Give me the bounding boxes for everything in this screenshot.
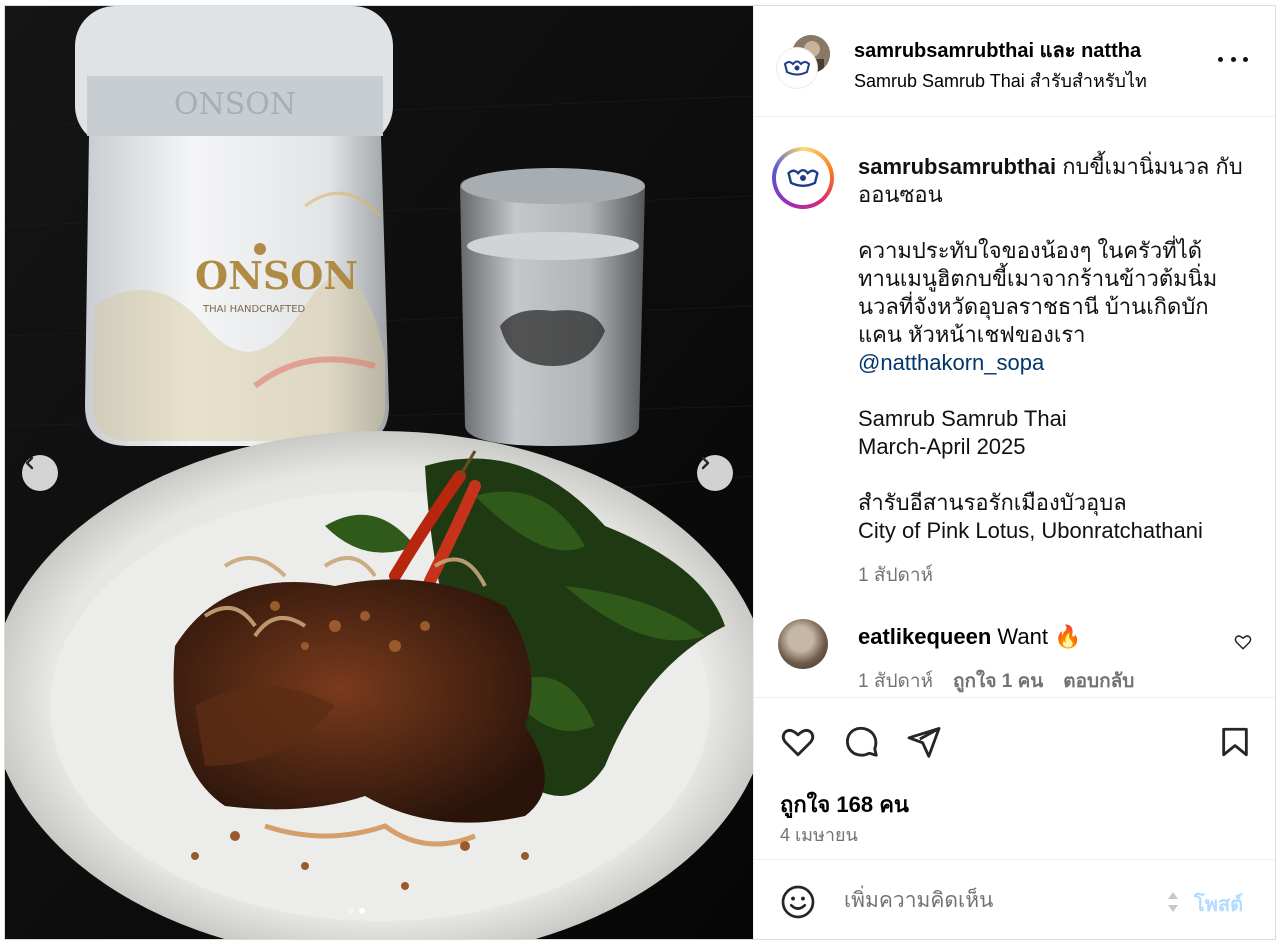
comment-avatar[interactable] — [778, 619, 828, 669]
more-dot-icon — [1243, 56, 1248, 62]
carousel-dot — [348, 908, 354, 914]
comment-composer: โพสต์ — [754, 859, 1275, 939]
caption-event-name: Samrub Samrub Thai — [858, 406, 1067, 431]
caption-para-line: ทานเมนูฮิตกบขี้เมาจากร้านข้าวต้มนิ่ม — [858, 266, 1218, 291]
caption-para-line: แคน หัวหน้าเชฟของเรา — [858, 322, 1086, 347]
chevron-left-icon — [25, 456, 34, 470]
chevron-right-icon — [701, 456, 710, 470]
bookmark-icon — [1222, 727, 1248, 757]
heart-icon — [781, 728, 815, 757]
send-icon — [907, 727, 941, 758]
updown-arrows-icon — [1168, 892, 1178, 912]
comment-text: Want — [997, 624, 1048, 649]
comment-timestamp[interactable]: 1 สัปดาห์ — [858, 666, 933, 696]
comment-bubble-icon — [845, 726, 878, 757]
bottle-embossed-text: ONSON — [174, 87, 296, 122]
bottle-brand: ONSON — [195, 253, 358, 298]
header-location[interactable]: Samrub Samrub Thai สำรับสำหรับไท — [854, 66, 1147, 95]
likes-count[interactable]: ถูกใจ 168 คน — [780, 787, 909, 822]
post-header: samrubsamrubthai และ nattha Samrub Samru… — [754, 6, 1275, 117]
comment-likes-link[interactable]: ถูกใจ 1 คน — [953, 666, 1043, 696]
caption-avatar-inner — [776, 151, 830, 205]
comment-reply-button[interactable]: ตอบกลับ — [1063, 666, 1134, 696]
caption-para-line: นวลที่จังหวัดอุบลราชธานี บ้านเกิดบัก — [858, 294, 1209, 319]
more-dot-icon — [1218, 56, 1223, 62]
post-photo: ONSON ONSON THAI HANDCRAFTED — [5, 6, 753, 939]
post-date[interactable]: 4 เมษายน — [780, 820, 858, 849]
comment-button[interactable] — [844, 724, 880, 764]
comment-body: eatlikequeen Want 🔥 — [858, 624, 1081, 650]
post-media: ONSON ONSON THAI HANDCRAFTED — [5, 6, 753, 939]
header-usernames: samrubsamrubthai และ nattha — [854, 34, 1141, 66]
caption-theme-thai: สำรับอีสานรอรักเมืองบัวอุบล — [858, 490, 1127, 515]
carousel-next-button[interactable] — [697, 455, 733, 491]
comments-scroll-area[interactable]: samrubsamrubthai กบขี้เมานิ่มนวล กับ ออน… — [754, 117, 1275, 697]
caption-event-dates: March-April 2025 — [858, 434, 1026, 459]
carousel-indicator — [348, 908, 365, 914]
caption-timestamp[interactable]: 1 สัปดาห์ — [858, 560, 933, 590]
caption-title-line1: กบขี้เมานิ่มนวล กับ — [1062, 154, 1243, 179]
post-comment-button[interactable]: โพสต์ — [1194, 888, 1243, 920]
post-dialog: ONSON ONSON THAI HANDCRAFTED samrubsamru… — [4, 5, 1276, 940]
carousel-prev-button[interactable] — [22, 455, 58, 491]
header-username[interactable]: samrubsamrubthai — [854, 40, 1034, 62]
fire-emoji-icon: 🔥 — [1054, 624, 1082, 649]
carousel-dot-active — [359, 908, 365, 914]
comment-username[interactable]: eatlikequeen — [858, 624, 991, 649]
caption-mention-link[interactable]: @natthakorn_sopa — [858, 349, 1258, 377]
samrub-logo-icon — [787, 169, 819, 187]
caption-text: samrubsamrubthai กบขี้เมานิ่มนวล กับ ออน… — [858, 153, 1258, 545]
caption-username[interactable]: samrubsamrubthai — [858, 154, 1056, 179]
bottle-subtext: THAI HANDCRAFTED — [202, 304, 306, 315]
more-dot-icon — [1230, 56, 1236, 62]
comment-meta: 1 สัปดาห์ ถูกใจ 1 คน ตอบกลับ — [858, 666, 1134, 696]
samrub-logo-icon — [783, 60, 811, 76]
textarea-resize-icon — [1166, 888, 1180, 920]
comment-like-button[interactable] — [1234, 633, 1252, 655]
emoji-picker-button[interactable] — [780, 884, 816, 924]
post-actions: ถูกใจ 168 คน 4 เมษายน — [754, 697, 1275, 859]
comment-input[interactable] — [842, 882, 1146, 920]
caption-para-line: ความประทับใจของน้องๆ ในครัวที่ได้ — [858, 238, 1203, 263]
caption-avatar[interactable] — [772, 147, 834, 209]
save-button[interactable] — [1218, 724, 1252, 764]
smiley-icon — [781, 885, 815, 919]
like-button[interactable] — [780, 724, 816, 764]
header-and-text: และ — [1039, 40, 1076, 62]
share-button[interactable] — [906, 724, 942, 764]
caption-title-line2: ออนซอน — [858, 182, 943, 207]
samrub-avatar[interactable] — [777, 48, 817, 88]
more-options-button[interactable] — [1218, 49, 1248, 69]
header-collab-username[interactable]: nattha — [1081, 40, 1141, 62]
post-side-panel: samrubsamrubthai และ nattha Samrub Samru… — [753, 6, 1275, 939]
caption-theme-en: City of Pink Lotus, Ubonratchathani — [858, 518, 1203, 543]
heart-icon — [1234, 635, 1252, 650]
